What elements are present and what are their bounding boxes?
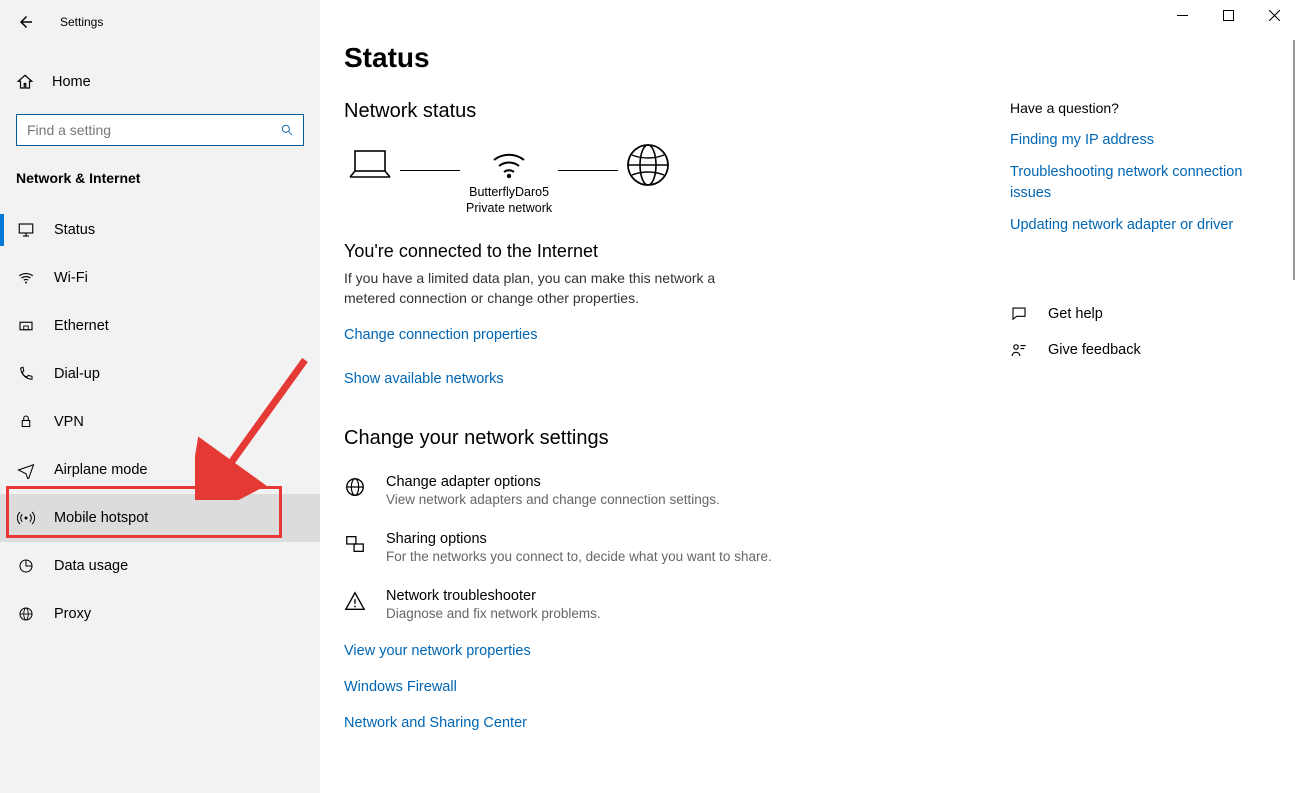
phone-icon — [16, 365, 36, 383]
link-show-networks[interactable]: Show available networks — [344, 371, 504, 387]
network-diagram: ButterflyDaro5 Private network — [346, 141, 1010, 219]
aside-panel: Have a question? Finding my IP address T… — [1010, 0, 1290, 793]
sidebar-item-status[interactable]: Status — [0, 206, 320, 254]
back-button[interactable] — [16, 12, 36, 32]
category-heading: Network & Internet — [0, 146, 320, 194]
airplane-icon — [16, 461, 36, 479]
connected-heading: You're connected to the Internet — [344, 241, 1010, 262]
sidebar-item-label: Mobile hotspot — [54, 510, 148, 526]
home-label: Home — [52, 74, 91, 90]
scrollbar-thumb[interactable] — [1293, 40, 1295, 280]
sidebar-nav: Status Wi-Fi Ethernet Dial-up VPN Airpla… — [0, 206, 320, 638]
option-troubleshooter[interactable]: Network troubleshooter Diagnose and fix … — [344, 588, 1010, 621]
sidebar-item-wifi[interactable]: Wi-Fi — [0, 254, 320, 302]
content-area: Status Network status — [320, 0, 1297, 793]
connected-body: If you have a limited data plan, you can… — [344, 268, 724, 309]
network-name: ButterflyDaro5 — [466, 184, 552, 200]
search-icon — [280, 123, 294, 137]
window-controls — [1159, 0, 1297, 30]
search-input[interactable] — [16, 114, 304, 146]
sidebar-item-vpn[interactable]: VPN — [0, 398, 320, 446]
sidebar-item-label: Proxy — [54, 606, 91, 622]
sidebar-item-label: Wi-Fi — [54, 270, 88, 286]
option-change-adapter[interactable]: Change adapter options View network adap… — [344, 474, 1010, 507]
sidebar-item-label: VPN — [54, 414, 84, 430]
sidebar: Settings Home Network & Internet Status … — [0, 0, 320, 793]
give-feedback-label: Give feedback — [1048, 342, 1141, 358]
sidebar-item-airplane[interactable]: Airplane mode — [0, 446, 320, 494]
link-firewall[interactable]: Windows Firewall — [344, 679, 1010, 695]
option-title: Network troubleshooter — [386, 588, 601, 604]
window-title: Settings — [60, 15, 103, 29]
adapter-icon — [344, 474, 368, 498]
option-desc: View network adapters and change connect… — [386, 492, 720, 507]
aside-link[interactable]: Finding my IP address — [1010, 130, 1266, 150]
section-network-status: Network status — [344, 100, 1010, 123]
link-view-properties[interactable]: View your network properties — [344, 643, 1010, 659]
monitor-icon — [16, 221, 36, 239]
sidebar-item-label: Data usage — [54, 558, 128, 574]
sidebar-item-label: Dial-up — [54, 366, 100, 382]
network-type: Private network — [466, 200, 552, 216]
aside-link[interactable]: Troubleshooting network connection issue… — [1010, 162, 1266, 203]
arrow-left-icon — [17, 13, 35, 31]
feedback-icon — [1010, 341, 1030, 359]
data-usage-icon — [16, 557, 36, 575]
chat-icon — [1010, 305, 1030, 323]
sidebar-item-ethernet[interactable]: Ethernet — [0, 302, 320, 350]
internet-globe-icon — [624, 141, 672, 189]
home-button[interactable]: Home — [0, 60, 320, 104]
give-feedback-button[interactable]: Give feedback — [1010, 341, 1266, 359]
sharing-icon — [344, 531, 368, 555]
hotspot-icon — [16, 509, 36, 527]
sidebar-item-datausage[interactable]: Data usage — [0, 542, 320, 590]
link-change-connection[interactable]: Change connection properties — [344, 327, 537, 343]
option-desc: Diagnose and fix network problems. — [386, 606, 601, 621]
sidebar-item-dialup[interactable]: Dial-up — [0, 350, 320, 398]
page-title: Status — [344, 42, 1010, 74]
aside-link[interactable]: Updating network adapter or driver — [1010, 215, 1266, 235]
laptop-icon — [346, 145, 394, 185]
globe-icon — [16, 605, 36, 623]
warning-icon — [344, 588, 368, 612]
get-help-label: Get help — [1048, 306, 1103, 322]
get-help-button[interactable]: Get help — [1010, 305, 1266, 323]
option-sharing[interactable]: Sharing options For the networks you con… — [344, 531, 1010, 564]
sidebar-item-proxy[interactable]: Proxy — [0, 590, 320, 638]
maximize-icon — [1223, 10, 1234, 21]
aside-question-heading: Have a question? — [1010, 100, 1266, 116]
ethernet-icon — [16, 317, 36, 335]
option-title: Sharing options — [386, 531, 772, 547]
option-title: Change adapter options — [386, 474, 720, 490]
sidebar-item-label: Status — [54, 222, 95, 238]
section-change-settings: Change your network settings — [344, 427, 1010, 450]
wifi-signal-icon — [489, 144, 529, 180]
option-desc: For the networks you connect to, decide … — [386, 549, 772, 564]
link-sharing-center[interactable]: Network and Sharing Center — [344, 715, 1010, 731]
close-icon — [1269, 10, 1280, 21]
close-button[interactable] — [1251, 0, 1297, 30]
wifi-icon — [16, 269, 36, 287]
maximize-button[interactable] — [1205, 0, 1251, 30]
vpn-icon — [16, 413, 36, 431]
minimize-button[interactable] — [1159, 0, 1205, 30]
home-icon — [16, 73, 34, 91]
minimize-icon — [1177, 10, 1188, 21]
sidebar-item-hotspot[interactable]: Mobile hotspot — [0, 494, 320, 542]
sidebar-item-label: Airplane mode — [54, 462, 148, 478]
sidebar-item-label: Ethernet — [54, 318, 109, 334]
